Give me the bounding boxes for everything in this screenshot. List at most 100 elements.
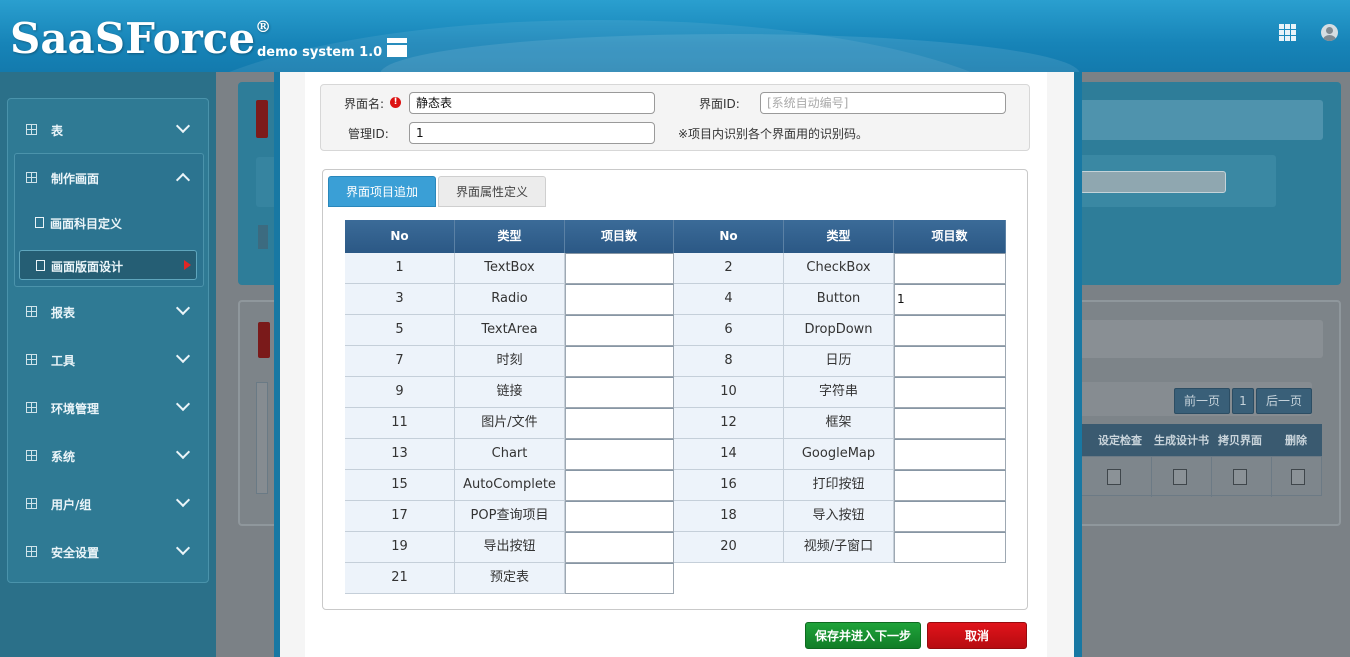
user-avatar-icon[interactable]: [1321, 24, 1338, 41]
item-count-input[interactable]: [565, 253, 674, 284]
manage-id-input[interactable]: 1: [409, 122, 655, 144]
app-logo[interactable]: SaaSForce®: [10, 14, 271, 63]
grid-cell-type: 链接: [455, 377, 565, 408]
screen-id-label: 界面ID:: [699, 97, 740, 111]
grid-cell-type: 视频/子窗口: [784, 532, 894, 563]
grid-cell-no: 7: [345, 346, 455, 377]
app-header: SaaSForce® demo system 1.0: [0, 0, 1350, 72]
grid-cell-no: 11: [345, 408, 455, 439]
item-count-input[interactable]: [565, 284, 674, 315]
sidebar-item-label: 报表: [51, 306, 76, 320]
column-header: 拷贝界面: [1218, 434, 1262, 447]
item-count-input[interactable]: [894, 346, 1006, 377]
panel-title-marker: [256, 100, 268, 138]
menu-toggle-icon[interactable]: [387, 38, 407, 58]
table-icon: [26, 354, 37, 365]
grid-cell-no: 19: [345, 532, 455, 563]
panel-title-marker: [258, 322, 270, 358]
sidebar-item-label: 安全设置: [51, 546, 100, 560]
table-icon: [26, 402, 37, 413]
sidebar-item-environment[interactable]: 环境管理: [8, 393, 210, 423]
item-count-input[interactable]: [894, 253, 1006, 284]
item-count-input[interactable]: [894, 315, 1006, 346]
grid-cell-no: 9: [345, 377, 455, 408]
grid-cell-type: Chart: [455, 439, 565, 470]
chevron-down-icon: [175, 540, 191, 556]
sidebar-item-label: 用户/组: [51, 498, 92, 512]
prev-page-button: 前一页: [1174, 388, 1230, 414]
sidebar-item-tables[interactable]: 表: [8, 115, 210, 145]
save-and-next-button[interactable]: 保存并进入下一步: [805, 622, 921, 649]
sidebar-subitem-label: 画面科目定义: [50, 217, 123, 231]
table-icon: [26, 124, 37, 135]
screen-name-input[interactable]: 静态表: [409, 92, 655, 114]
chevron-down-icon: [175, 300, 191, 316]
column-header: 设定检查: [1098, 434, 1142, 447]
apps-grid-icon[interactable]: [1279, 24, 1297, 42]
current-page-button: 1: [1232, 388, 1254, 414]
panel-table-edge: [256, 382, 268, 494]
sidebar-item-system[interactable]: 系统: [8, 441, 210, 471]
table-icon: [26, 546, 37, 557]
grid-column-header: No: [674, 220, 784, 253]
item-count-input[interactable]: [894, 439, 1006, 470]
table-icon: [26, 306, 37, 317]
tab-screen-properties[interactable]: 界面属性定义: [438, 176, 546, 207]
item-count-input[interactable]: [565, 315, 674, 346]
screen-id-input[interactable]: [系统自动编号]: [760, 92, 1006, 114]
table-row: [1078, 456, 1322, 497]
column-header: 删除: [1285, 434, 1307, 447]
grid-cell-no: 15: [345, 470, 455, 501]
column-header: 生成设计书: [1154, 434, 1209, 447]
grid-column-header: 类型: [455, 220, 565, 253]
sidebar-item-users[interactable]: 用户/组: [8, 489, 210, 519]
grid-cell-no: 17: [345, 501, 455, 532]
item-count-input[interactable]: [565, 532, 674, 563]
grid-cell-type: 框架: [784, 408, 894, 439]
grid-cell-type: 导出按钮: [455, 532, 565, 563]
grid-cell-no: 4: [674, 284, 784, 315]
background-table-header: 设定检查 生成设计书 拷贝界面 删除: [1078, 424, 1322, 456]
item-count-input[interactable]: [894, 470, 1006, 501]
grid-cell-type: 打印按钮: [784, 470, 894, 501]
item-count-input[interactable]: [565, 501, 674, 532]
item-count-input[interactable]: [894, 501, 1006, 532]
grid-column-header: 项目数: [565, 220, 674, 253]
grid-cell-no: 6: [674, 315, 784, 346]
item-count-input[interactable]: [894, 377, 1006, 408]
copy-icon: [1233, 469, 1247, 485]
item-count-input[interactable]: [565, 408, 674, 439]
item-count-input[interactable]: 1: [894, 284, 1006, 315]
chevron-down-icon: [175, 396, 191, 412]
chevron-down-icon: [175, 492, 191, 508]
active-arrow-icon: [184, 260, 191, 270]
grid-cell-type: 导入按钮: [784, 501, 894, 532]
logo-text: SaaSForce: [10, 14, 256, 63]
sidebar-item-security[interactable]: 安全设置: [8, 537, 210, 567]
sidebar-subitem-screen-subject[interactable]: 画面科目定义: [19, 208, 197, 238]
chevron-up-icon: [175, 172, 191, 188]
grid-cell-type: TextArea: [455, 315, 565, 346]
item-count-input[interactable]: [565, 377, 674, 408]
item-count-input[interactable]: [565, 439, 674, 470]
sidebar-item-label: 工具: [51, 354, 76, 368]
trash-icon: [1291, 469, 1305, 485]
item-count-input[interactable]: [565, 470, 674, 501]
sidebar-item-label: 制作画面: [51, 172, 100, 186]
app-subtitle: demo system 1.0: [257, 45, 383, 60]
tab-add-items[interactable]: 界面项目追加: [328, 176, 436, 207]
grid-cell-no: 3: [345, 284, 455, 315]
sidebar-subitem-screen-layout[interactable]: 画面版面设计: [19, 250, 197, 280]
grid-cell-no: 8: [674, 346, 784, 377]
sidebar-item-tools[interactable]: 工具: [8, 345, 210, 375]
grid-cell-no: 12: [674, 408, 784, 439]
item-count-input[interactable]: [894, 408, 1006, 439]
sidebar-item-reports[interactable]: 报表: [8, 297, 210, 327]
item-count-input[interactable]: [894, 532, 1006, 563]
cancel-button[interactable]: 取消: [927, 622, 1027, 649]
sidebar-item-screen-make[interactable]: 制作画面: [8, 163, 210, 193]
item-count-input[interactable]: [565, 563, 674, 594]
item-count-input[interactable]: [565, 346, 674, 377]
check-icon: [1107, 469, 1121, 485]
grid-cell-type: 预定表: [455, 563, 565, 594]
